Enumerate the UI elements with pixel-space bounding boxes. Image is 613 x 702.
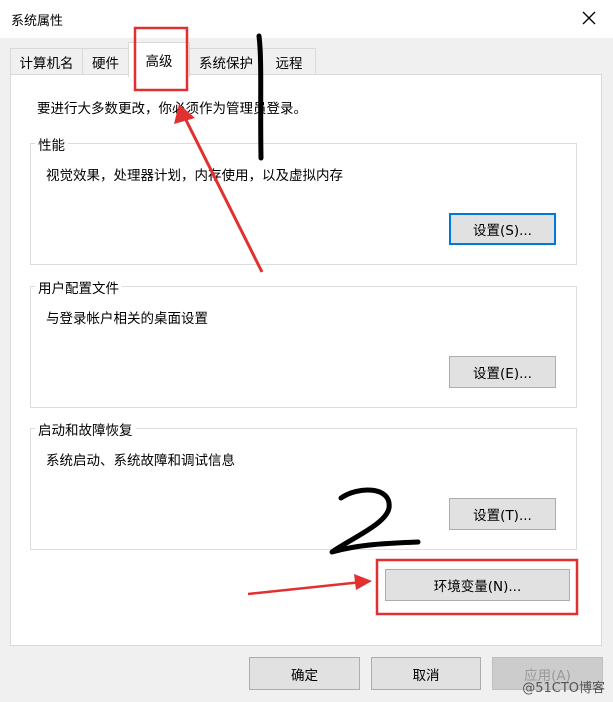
tab-remote[interactable]: 远程 (262, 48, 316, 75)
tab-advanced[interactable]: 高级 (128, 42, 190, 77)
watermark: @51CTO博客 (522, 681, 605, 696)
startup-settings-button[interactable]: 设置(T)... (449, 498, 556, 530)
startup-group (30, 428, 577, 550)
tab-computer-name[interactable]: 计算机名 (10, 48, 83, 75)
tab-system-protection[interactable]: 系统保护 (189, 48, 263, 75)
environment-variables-button[interactable]: 环境变量(N)... (385, 569, 570, 601)
window-title: 系统属性 (11, 14, 64, 29)
title-bar: 系统属性 (0, 0, 613, 38)
performance-settings-button[interactable]: 设置(S)... (449, 213, 556, 245)
performance-desc: 视觉效果，处理器计划，内存使用，以及虚拟内存 (46, 168, 343, 184)
profiles-title: 用户配置文件 (35, 277, 122, 297)
close-icon[interactable] (577, 6, 601, 30)
performance-title: 性能 (35, 134, 68, 154)
performance-group (30, 143, 577, 265)
admin-notice: 要进行大多数更改，你必须作为管理员登录。 (37, 101, 307, 117)
ok-button[interactable]: 确定 (249, 657, 360, 690)
startup-title: 启动和故障恢复 (35, 419, 136, 439)
profiles-group (30, 286, 577, 408)
startup-desc: 系统启动、系统故障和调试信息 (46, 453, 235, 469)
tab-hardware[interactable]: 硬件 (82, 48, 129, 75)
profiles-desc: 与登录帐户相关的桌面设置 (46, 311, 208, 327)
profiles-settings-button[interactable]: 设置(E)... (449, 356, 556, 388)
cancel-button[interactable]: 取消 (371, 657, 481, 690)
